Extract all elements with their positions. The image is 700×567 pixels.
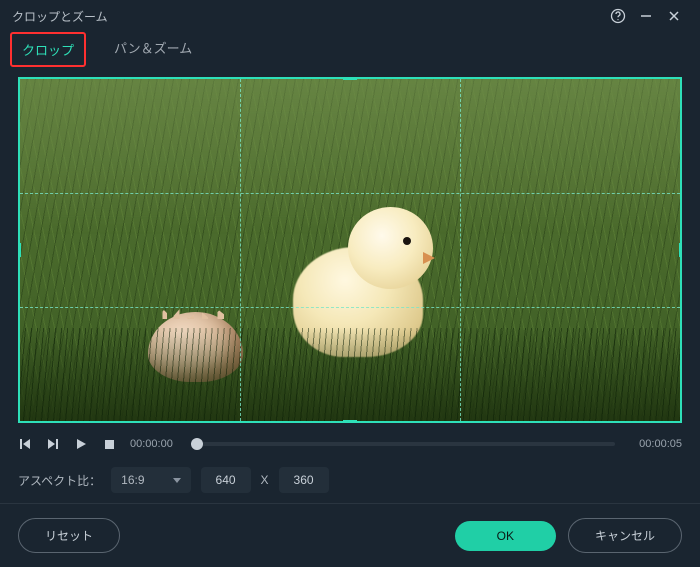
timeline-slider[interactable] (197, 442, 615, 446)
current-time: 00:00:00 (130, 438, 173, 450)
reset-button[interactable]: リセット (18, 518, 120, 553)
playhead[interactable] (191, 438, 203, 450)
titlebar: クロップとズーム (0, 0, 700, 32)
window-title: クロップとズーム (12, 8, 604, 25)
preview-image (18, 77, 682, 423)
aspect-ratio-select[interactable]: 16:9 (111, 467, 190, 493)
width-input[interactable]: 640 (201, 467, 251, 493)
footer: リセット OK キャンセル (0, 503, 700, 567)
tab-panzoom[interactable]: パン＆ズーム (104, 32, 202, 67)
ok-button[interactable]: OK (455, 521, 556, 551)
stop-icon[interactable] (102, 437, 116, 451)
play-icon[interactable] (74, 437, 88, 451)
chevron-down-icon (173, 478, 181, 483)
minimize-icon[interactable] (632, 2, 660, 30)
preview-area (18, 77, 682, 423)
help-icon[interactable] (604, 2, 632, 30)
tab-crop[interactable]: クロップ (10, 32, 86, 67)
dimension-separator: X (261, 473, 269, 487)
next-frame-icon[interactable] (46, 437, 60, 451)
cancel-button[interactable]: キャンセル (568, 518, 682, 553)
aspect-label: アスペクト比： (18, 472, 101, 489)
prev-frame-icon[interactable] (18, 437, 32, 451)
duration: 00:00:05 (639, 438, 682, 450)
video-preview[interactable] (18, 77, 682, 423)
height-input[interactable]: 360 (279, 467, 329, 493)
aspect-controls: アスペクト比： 16:9 640 X 360 (18, 467, 682, 493)
playback-bar: 00:00:00 00:00:05 (18, 437, 682, 451)
close-icon[interactable] (660, 2, 688, 30)
aspect-ratio-value: 16:9 (121, 473, 144, 487)
tab-bar: クロップ パン＆ズーム (0, 32, 700, 77)
